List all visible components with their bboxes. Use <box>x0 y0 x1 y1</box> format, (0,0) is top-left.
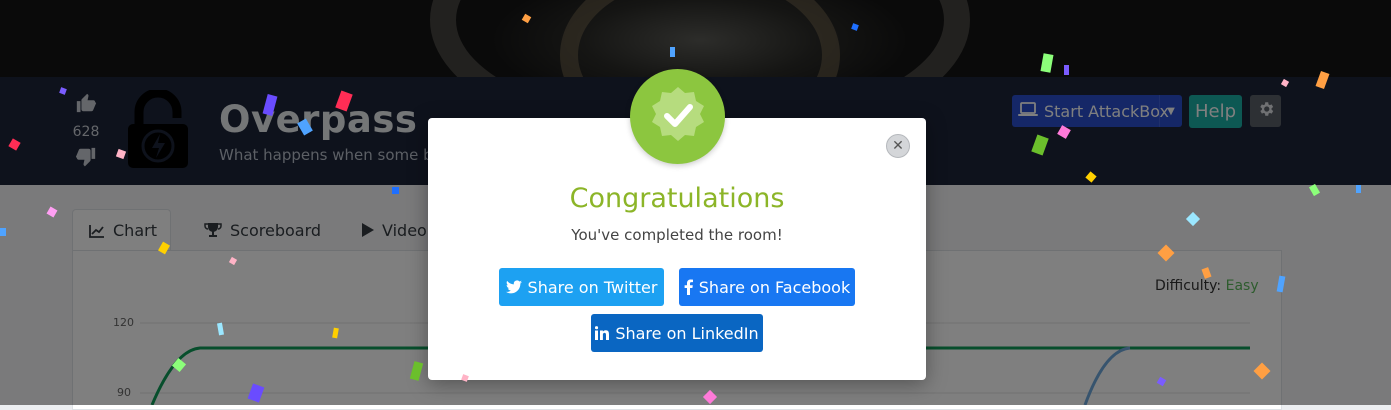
confetti-piece <box>0 228 6 236</box>
check-badge-icon <box>648 85 708 149</box>
facebook-icon <box>684 279 693 295</box>
confetti-piece <box>670 47 675 57</box>
share-linkedin-label: Share on LinkedIn <box>615 323 759 343</box>
modal-message: You've completed the room! <box>571 226 783 244</box>
twitter-icon <box>505 280 522 294</box>
close-icon: ✕ <box>892 138 904 154</box>
share-twitter-button[interactable]: Share on Twitter <box>499 268 664 306</box>
confetti-piece <box>1064 65 1069 75</box>
success-badge <box>630 69 725 164</box>
confetti-piece <box>1356 185 1361 193</box>
confetti-piece <box>392 187 399 194</box>
modal-title: Congratulations <box>569 183 785 214</box>
share-facebook-label: Share on Facebook <box>698 277 851 297</box>
share-facebook-button[interactable]: Share on Facebook <box>679 268 855 306</box>
close-modal-button[interactable]: ✕ <box>886 134 910 158</box>
linkedin-icon <box>595 326 610 340</box>
share-linkedin-button[interactable]: Share on LinkedIn <box>591 314 763 352</box>
share-twitter-label: Share on Twitter <box>527 277 658 297</box>
